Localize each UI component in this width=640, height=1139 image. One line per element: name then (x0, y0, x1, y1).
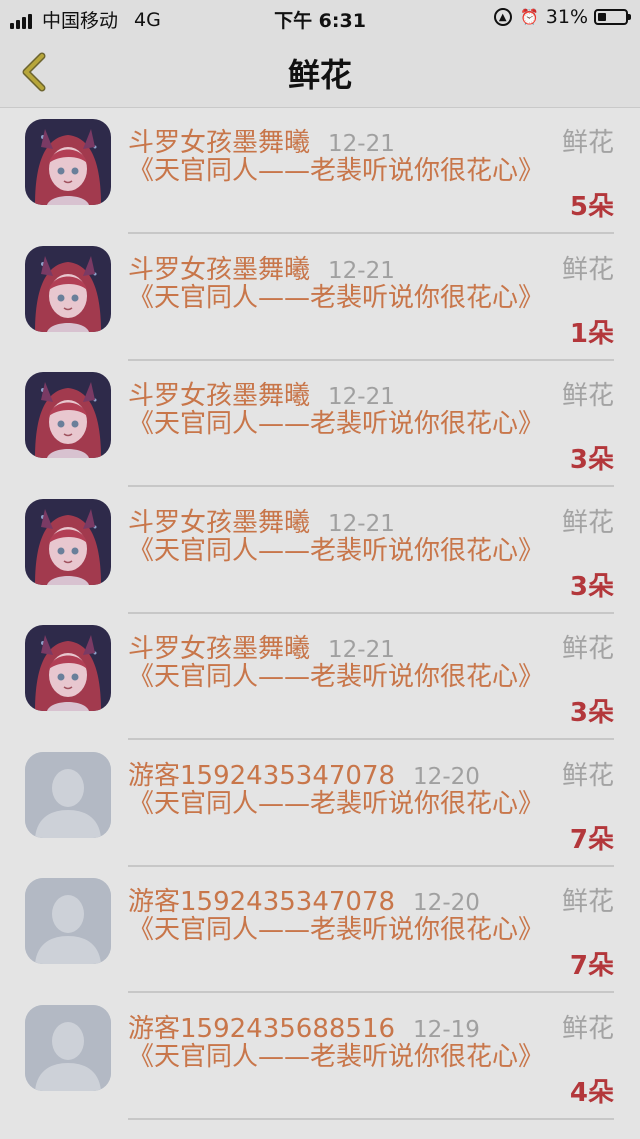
book-title[interactable]: 《天官同人——老裴听说你很花心》 (128, 156, 548, 187)
list-item[interactable]: 斗罗女孩墨舞曦 12-21 鲜花 《天官同人——老裴听说你很花心》 3朵 (0, 361, 640, 488)
flower-count: 7朵 (569, 824, 614, 855)
flower-count: 7朵 (569, 951, 614, 981)
list-item[interactable]: 游客1592435347078 12-20 鲜花 《天官同人——老裴听说你很花心》 7朵 (0, 867, 640, 994)
gift-date: 12-21 (328, 257, 395, 284)
sender-name[interactable]: 游客1592435688516 12-19 (128, 1008, 480, 1045)
gift-type-label: 鲜花 (561, 128, 614, 158)
book-title[interactable]: 《天官同人——老裴听说你很花心》 (128, 536, 548, 567)
flower-count: 5朵 (569, 192, 614, 222)
sender-name-text: 斗罗女孩墨舞曦 (128, 254, 311, 285)
list-item[interactable]: 游客1592435347078 12-20 鲜花 《天官同人——老裴听说你很花心》 7朵 (0, 741, 640, 868)
sender-name-text: 游客1592435688516 (128, 1013, 396, 1044)
nav-bar: 鲜花 (0, 36, 640, 108)
battery-icon (594, 9, 631, 25)
avatar[interactable] (25, 119, 111, 205)
flower-count: 3朵 (569, 445, 614, 475)
sender-name[interactable]: 斗罗女孩墨舞曦 12-21 (128, 122, 395, 159)
gift-type-label: 鲜花 (561, 254, 614, 285)
sender-name[interactable]: 斗罗女孩墨舞曦 12-21 (128, 502, 395, 539)
sender-name[interactable]: 斗罗女孩墨舞曦 12-21 (128, 375, 395, 412)
sender-name[interactable]: 游客1592435347078 12-20 (128, 755, 480, 792)
avatar[interactable] (25, 245, 111, 332)
status-bar: 中国移动 4G 下午 6:31 ▲ ⏰ 31% (0, 0, 640, 36)
flower-count: 4朵 (569, 1077, 614, 1108)
sender-name-text: 斗罗女孩墨舞曦 (128, 507, 311, 538)
status-right: ▲ ⏰ 31% (486, 6, 631, 28)
guest-avatar-icon[interactable] (25, 751, 111, 838)
gift-type-label: 鲜花 (561, 760, 614, 791)
book-title[interactable]: 《天官同人——老裴听说你很花心》 (128, 915, 548, 946)
list-item[interactable]: 游客1592435688516 12-19 鲜花 《天官同人——老裴听说你很花心》 4朵 (0, 994, 640, 1121)
item-content: 斗罗女孩墨舞曦 12-21 鲜花 《天官同人——老裴听说你很花心》 3朵 (128, 500, 614, 614)
avatar[interactable] (25, 625, 111, 711)
flower-count: 3朵 (569, 571, 614, 602)
rotation-lock-icon: ▲ (493, 8, 512, 26)
gift-date: 12-21 (328, 131, 395, 157)
sender-name-text: 斗罗女孩墨舞曦 (128, 381, 311, 411)
flower-count: 3朵 (569, 698, 614, 728)
book-title[interactable]: 《天官同人——老裴听说你很花心》 (128, 283, 548, 314)
list-item[interactable]: 斗罗女孩墨舞曦 12-21 鲜花 《天官同人——老裴听说你很花心》 3朵 (0, 488, 640, 615)
gift-date: 12-20 (413, 890, 480, 916)
book-title[interactable]: 《天官同人——老裴听说你很花心》 (128, 1042, 548, 1073)
gift-type-label: 鲜花 (561, 507, 614, 538)
list-item[interactable]: 斗罗女孩墨舞曦 12-21 鲜花 《天官同人——老裴听说你很花心》 5朵 (0, 108, 640, 235)
alarm-icon: ⏰ (520, 8, 540, 26)
sender-name[interactable]: 斗罗女孩墨舞曦 12-21 (128, 628, 395, 665)
gift-date: 12-21 (328, 510, 395, 537)
gift-date: 12-21 (328, 637, 395, 663)
book-title[interactable]: 《天官同人——老裴听说你很花心》 (128, 789, 548, 820)
sender-name-text: 斗罗女孩墨舞曦 (128, 634, 311, 664)
item-content: 斗罗女孩墨舞曦 12-21 鲜花 《天官同人——老裴听说你很花心》 1朵 (128, 247, 614, 361)
gift-type-label: 鲜花 (561, 634, 614, 664)
guest-avatar-icon[interactable] (25, 878, 111, 964)
sender-name-text: 游客1592435347078 (128, 760, 396, 791)
screen: 中国移动 4G 下午 6:31 ▲ ⏰ 31% 鲜花 斗罗女孩墨舞曦 12-21… (0, 0, 640, 1139)
book-title[interactable]: 《天官同人——老裴听说你很花心》 (128, 662, 548, 693)
item-content: 斗罗女孩墨舞曦 12-21 鲜花 《天官同人——老裴听说你很花心》 3朵 (128, 626, 614, 740)
page-title: 鲜花 (287, 56, 352, 94)
flower-count: 1朵 (569, 318, 614, 349)
list-item[interactable]: 斗罗女孩墨舞曦 12-21 鲜花 《天官同人——老裴听说你很花心》 3朵 (0, 614, 640, 741)
avatar[interactable] (25, 372, 111, 458)
sender-name[interactable]: 游客1592435347078 12-20 (128, 881, 480, 918)
gift-type-label: 鲜花 (561, 381, 614, 411)
avatar[interactable] (25, 498, 111, 585)
item-content: 斗罗女孩墨舞曦 12-21 鲜花 《天官同人——老裴听说你很花心》 5朵 (128, 120, 614, 234)
item-content: 斗罗女孩墨舞曦 12-21 鲜花 《天官同人——老裴听说你很花心》 3朵 (128, 373, 614, 487)
sender-name-text: 斗罗女孩墨舞曦 (128, 128, 311, 158)
guest-avatar-icon[interactable] (25, 1004, 111, 1091)
gift-date: 12-19 (413, 1016, 480, 1043)
item-content: 游客1592435688516 12-19 鲜花 《天官同人——老裴听说你很花心》 4朵 (128, 1006, 614, 1120)
flower-list[interactable]: 斗罗女孩墨舞曦 12-21 鲜花 《天官同人——老裴听说你很花心》 5朵 斗罗女孩墨舞曦… (0, 108, 640, 1120)
gift-date: 12-21 (328, 384, 395, 410)
item-content: 游客1592435347078 12-20 鲜花 《天官同人——老裴听说你很花心》 7朵 (128, 753, 614, 867)
item-content: 游客1592435347078 12-20 鲜花 《天官同人——老裴听说你很花心》 7朵 (128, 879, 614, 993)
sender-name-text: 游客1592435347078 (128, 887, 396, 917)
gift-type-label: 鲜花 (561, 887, 614, 917)
sender-name[interactable]: 斗罗女孩墨舞曦 12-21 (128, 249, 395, 286)
book-title[interactable]: 《天官同人——老裴听说你很花心》 (128, 409, 548, 440)
list-item[interactable]: 斗罗女孩墨舞曦 12-21 鲜花 《天官同人——老裴听说你很花心》 1朵 (0, 235, 640, 362)
gift-date: 12-20 (413, 763, 480, 790)
gift-type-label: 鲜花 (561, 1013, 614, 1044)
battery-percent: 31% (545, 6, 588, 28)
